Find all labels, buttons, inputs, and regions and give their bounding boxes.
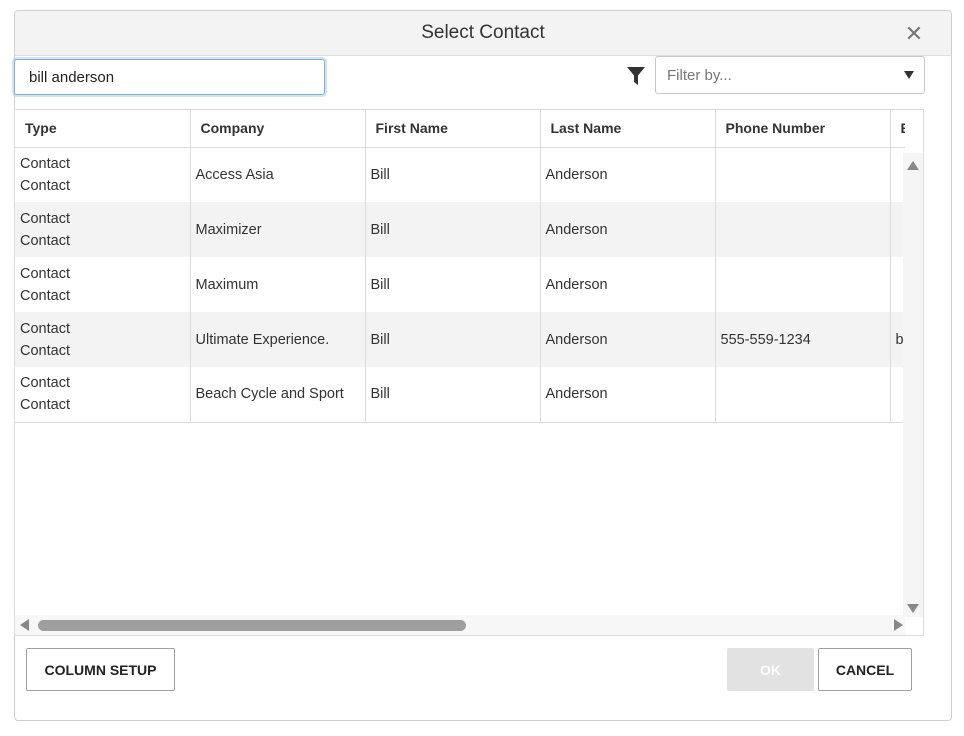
column-setup-button[interactable]: COLUMN SETUP [26,648,175,691]
company-cell: Maximizer [190,202,366,257]
table-row[interactable]: Contact Contact Maximizer Bill Anderson [15,202,905,257]
dialog-header: Select Contact ✕ [15,11,951,56]
type-cell: Contact Contact [15,147,191,202]
phone-cell [715,367,891,423]
first-name-cell: Bill [365,147,541,202]
type-cell: Contact Contact [15,367,191,423]
scroll-left-icon[interactable] [20,619,29,631]
type-line: Contact [20,375,70,392]
scroll-up-icon[interactable] [907,161,919,170]
last-name-cell: Anderson [540,202,716,257]
column-header-type[interactable]: Type [15,110,191,148]
type-cell: Contact Contact [15,312,191,367]
first-name-cell: Bill [365,202,541,257]
column-header-last-name[interactable]: Last Name [540,110,716,148]
column-header-company[interactable]: Company [190,110,366,148]
horizontal-scrollbar[interactable] [15,615,905,635]
table-row[interactable]: Contact Contact Access Asia Bill Anderso… [15,147,905,202]
type-line: Contact [20,210,70,227]
first-name-cell: Bill [365,367,541,423]
table-header-row: Type Company First Name Last Name Phone … [15,110,905,148]
type-line: Contact [20,397,70,414]
dialog-title: Select Contact [421,22,545,43]
table-row[interactable]: Contact Contact Maximum Bill Anderson [15,257,905,312]
company-cell: Access Asia [190,147,366,202]
type-cell: Contact Contact [15,202,191,257]
type-line: Contact [20,232,70,249]
first-name-cell: Bill [365,257,541,312]
type-line: Contact [20,155,70,172]
first-name-cell: Bill [365,312,541,367]
company-cell: Maximum [190,257,366,312]
column-header-first-name[interactable]: First Name [365,110,541,148]
filter-select[interactable]: Filter by... [655,56,925,94]
scroll-right-icon[interactable] [894,619,903,631]
table-row[interactable]: Contact Contact Beach Cycle and Sport Bi… [15,367,905,423]
type-line: Contact [20,342,70,359]
vertical-scrollbar[interactable] [903,153,923,617]
company-cell: Beach Cycle and Sport [190,367,366,423]
phone-cell [715,147,891,202]
type-line: Contact [20,320,70,337]
ok-button[interactable]: OK [727,648,814,691]
phone-cell: 555-559-1234 [715,312,891,367]
search-input[interactable] [14,59,325,95]
chevron-down-icon[interactable] [904,71,914,79]
filter-placeholder: Filter by... [667,67,732,84]
last-name-cell: Anderson [540,257,716,312]
type-line: Contact [20,177,70,194]
column-header-e[interactable]: E [890,110,905,148]
phone-cell [715,202,891,257]
grid-viewport: Type Company First Name Last Name Phone … [15,110,905,617]
funnel-icon[interactable] [627,66,645,86]
close-icon[interactable]: ✕ [899,19,929,49]
contacts-table: Type Company First Name Last Name Phone … [15,110,905,423]
contacts-grid: Type Company First Name Last Name Phone … [14,109,924,636]
table-row[interactable]: Contact Contact Ultimate Experience. Bil… [15,312,905,367]
company-cell: Ultimate Experience. [190,312,366,367]
last-name-cell: Anderson [540,147,716,202]
type-cell: Contact Contact [15,257,191,312]
horizontal-scroll-thumb[interactable] [38,620,466,631]
type-line: Contact [20,287,70,304]
type-line: Contact [20,265,70,282]
phone-cell [715,257,891,312]
cancel-button[interactable]: CANCEL [818,648,912,691]
last-name-cell: Anderson [540,312,716,367]
scroll-down-icon[interactable] [907,604,919,613]
last-name-cell: Anderson [540,367,716,423]
column-header-phone-number[interactable]: Phone Number [715,110,891,148]
